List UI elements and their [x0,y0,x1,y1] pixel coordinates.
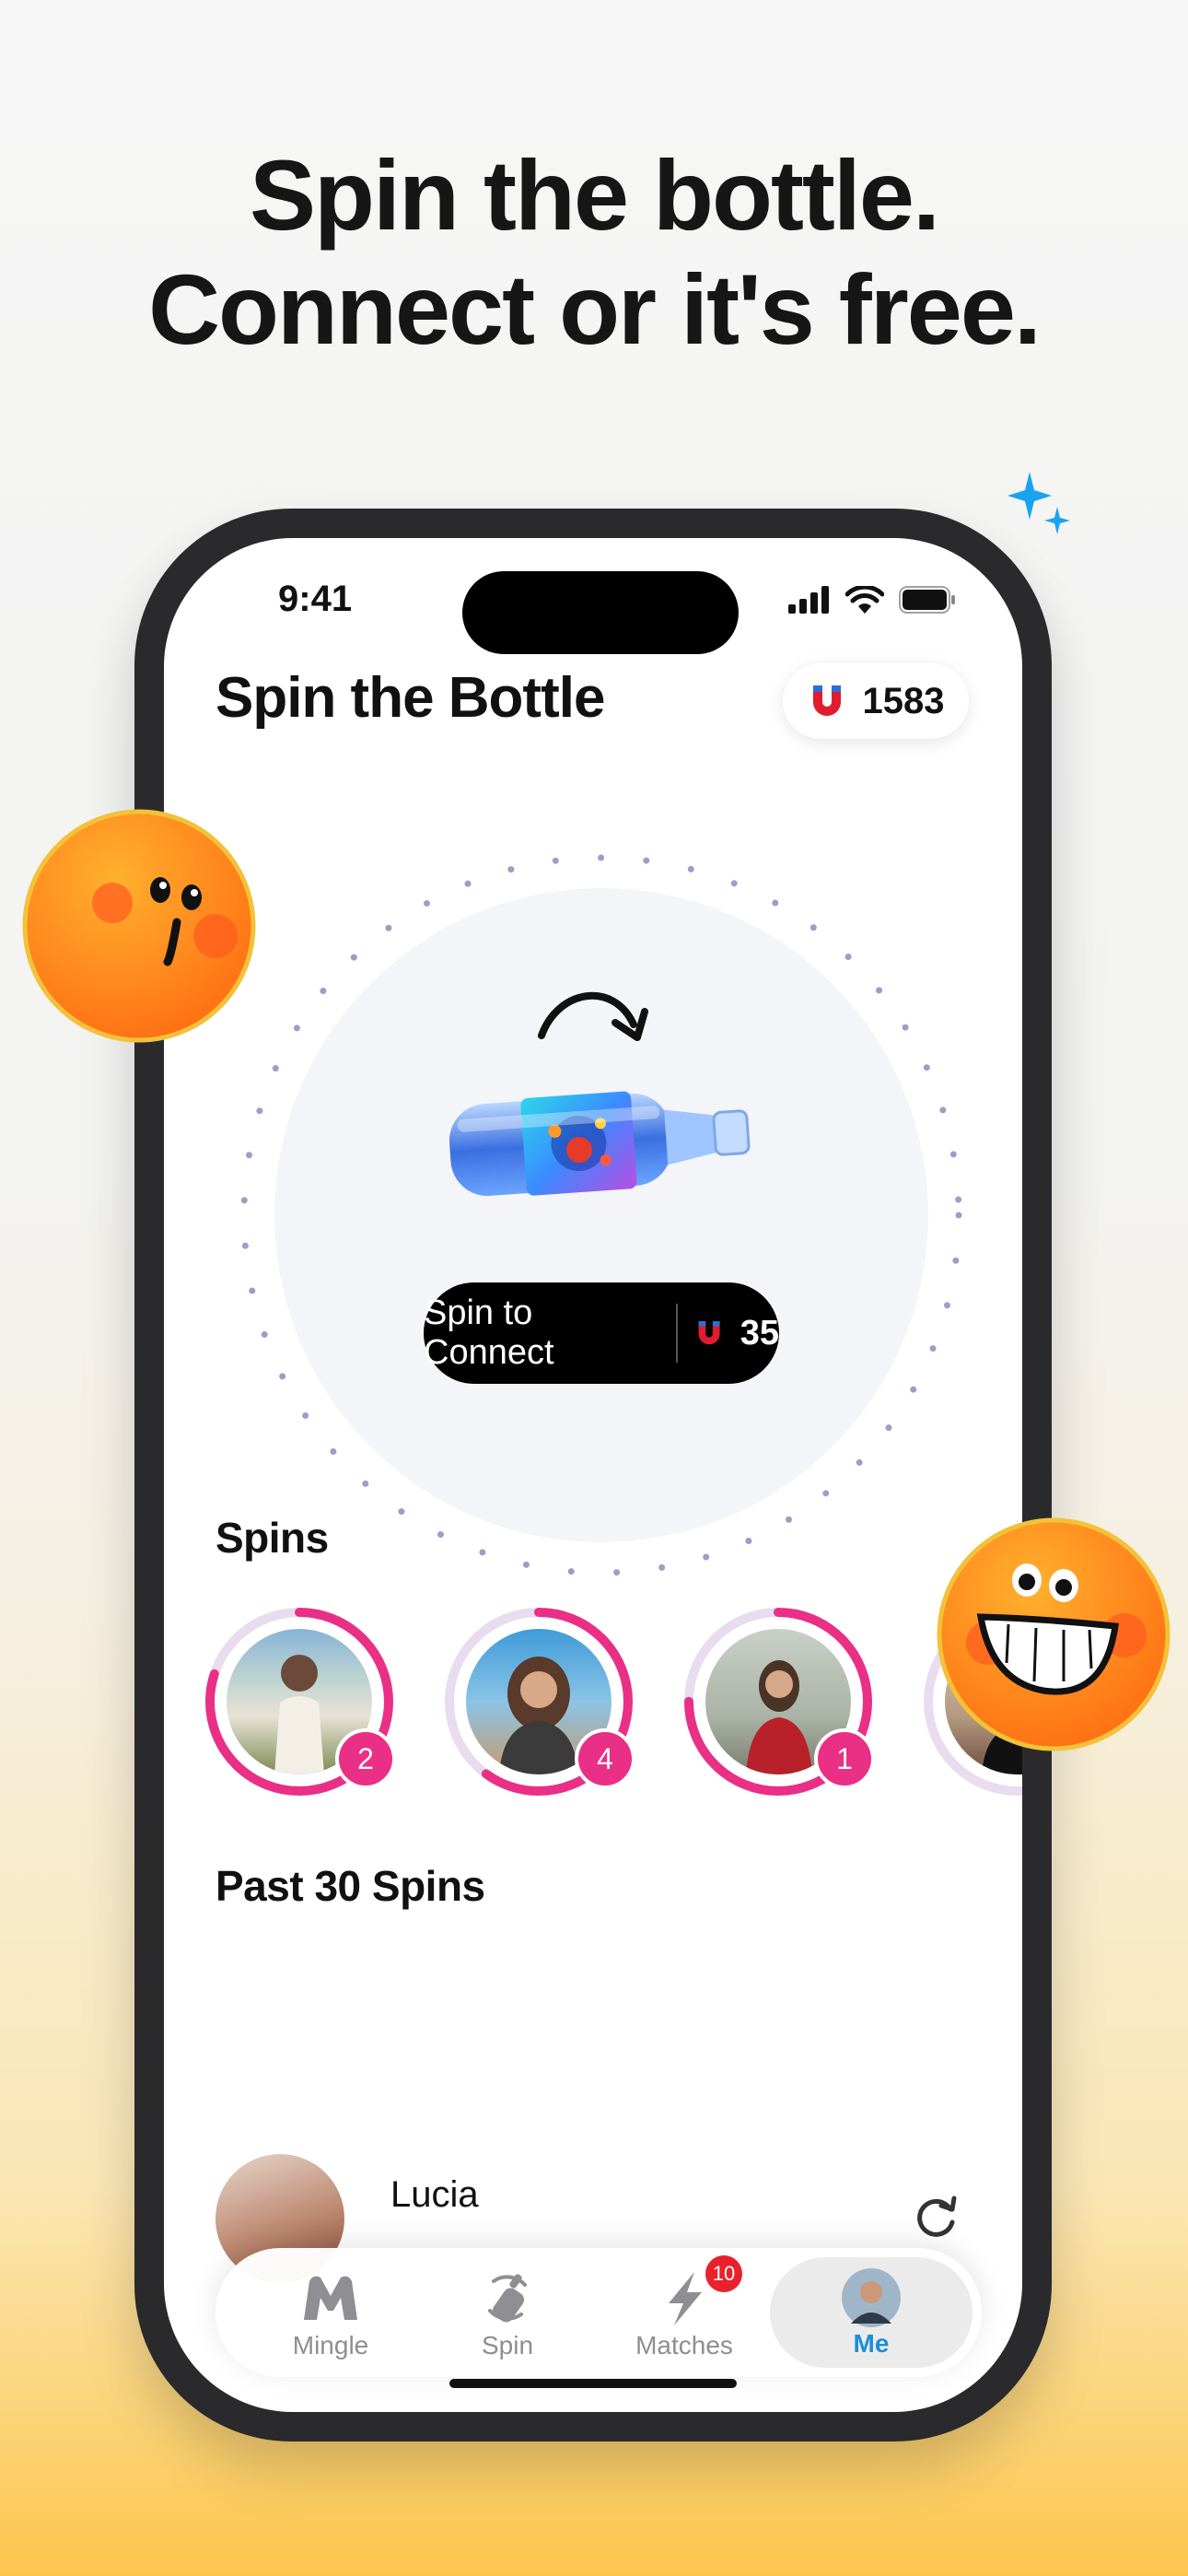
page-title: Spin the Bottle [215,666,605,730]
status-icons [788,586,956,614]
home-indicator [449,2379,737,2388]
respin-icon[interactable] [910,2189,961,2241]
surprised-emoji-icon [22,809,256,1043]
spin-to-connect-button[interactable]: Spin to Connect 35 [424,1282,779,1384]
sparkle-icon [1007,472,1070,534]
tab-me[interactable]: Me [770,2257,973,2368]
spin-button-label: Spin to Connect [424,1294,554,1372]
tab-mingle-label: Mingle [292,2331,369,2359]
spin-avatar[interactable]: 2 [204,1607,396,1797]
past-spins-title: Past 30 Spins [215,1862,485,1910]
grinning-emoji-icon [937,1517,1171,1751]
mingle-logo-icon [304,2276,357,2320]
spin-cost: 35 [740,1313,779,1352]
spins-avatar-list: 2 4 1 [204,1607,1022,1797]
tab-spin-label: Spin [481,2331,534,2359]
dynamic-island [462,571,739,654]
headline-line-2: Connect or it's free. [148,253,1042,365]
spin-area: Spin to Connect 35 [238,851,965,1579]
spins-section-title: Spins [215,1514,329,1562]
tab-matches[interactable]: 10 Matches [597,2248,772,2377]
coin-balance[interactable]: 1583 [783,663,969,739]
battery-icon [899,586,955,614]
tab-me-label: Me [853,2329,890,2358]
magnet-icon [812,685,841,716]
wifi-icon [845,586,884,614]
marketing-headline: Spin the bottle. Connect or it's free. [0,138,1188,367]
spin-bottle-icon [488,2274,527,2323]
tab-bar: Mingle Spin 10 Matches Me [215,2248,982,2377]
tab-matches-label: Matches [635,2331,733,2359]
spin-button-divider [675,1304,678,1363]
profile-avatar-icon [842,2268,901,2327]
spin-count-badge: 4 [575,1728,635,1789]
phone-frame: 9:41 Spin the Bottle 1583 Spin to Connec… [134,509,1052,2441]
spin-avatar[interactable]: 4 [444,1607,635,1797]
signal-icon [788,586,829,614]
tab-spin[interactable]: Spin [420,2248,595,2377]
matches-count-badge: 10 [705,2255,742,2292]
magnet-icon [698,1320,720,1345]
tab-mingle[interactable]: Mingle [243,2248,418,2377]
rotate-arrow-icon [538,991,648,1041]
bottle-image[interactable] [440,1045,772,1229]
status-time: 9:41 [278,579,353,619]
past-spin-name: Lucia [390,2174,479,2215]
spin-count-badge: 2 [335,1728,396,1789]
headline-line-1: Spin the bottle. [250,139,940,251]
spin-avatar[interactable]: 1 [683,1607,875,1797]
app-screen: 9:41 Spin the Bottle 1583 Spin to Connec… [164,538,1022,2412]
spin-count-badge: 1 [814,1728,875,1789]
coin-balance-value: 1583 [862,680,945,721]
